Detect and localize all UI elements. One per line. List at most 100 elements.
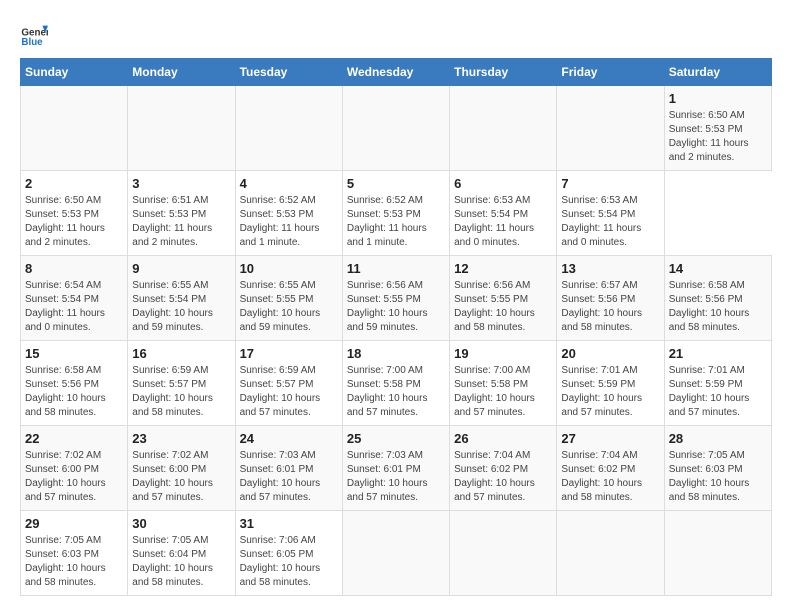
day-header-thursday: Thursday xyxy=(450,59,557,86)
day-number: 16 xyxy=(132,346,230,361)
day-number: 27 xyxy=(561,431,659,446)
day-info: Sunrise: 7:03 AM Sunset: 6:01 PM Dayligh… xyxy=(347,449,445,505)
calendar-week-1: 1 Sunrise: 6:50 AM Sunset: 5:53 PM Dayli… xyxy=(21,86,772,171)
calendar-cell: 1 Sunrise: 6:50 AM Sunset: 5:53 PM Dayli… xyxy=(664,86,771,171)
calendar-week-5: 22 Sunrise: 7:02 AM Sunset: 6:00 PM Dayl… xyxy=(21,426,772,511)
day-info: Sunrise: 7:02 AM Sunset: 6:00 PM Dayligh… xyxy=(132,449,230,505)
day-info: Sunrise: 7:00 AM Sunset: 5:58 PM Dayligh… xyxy=(454,364,552,420)
day-info: Sunrise: 7:06 AM Sunset: 6:05 PM Dayligh… xyxy=(240,534,338,590)
day-header-tuesday: Tuesday xyxy=(235,59,342,86)
calendar-cell: 30 Sunrise: 7:05 AM Sunset: 6:04 PM Dayl… xyxy=(128,511,235,596)
calendar-cell: 21 Sunrise: 7:01 AM Sunset: 5:59 PM Dayl… xyxy=(664,341,771,426)
calendar-cell: 25 Sunrise: 7:03 AM Sunset: 6:01 PM Dayl… xyxy=(342,426,449,511)
calendar-cell: 12 Sunrise: 6:56 AM Sunset: 5:55 PM Dayl… xyxy=(450,256,557,341)
calendar-cell: 24 Sunrise: 7:03 AM Sunset: 6:01 PM Dayl… xyxy=(235,426,342,511)
calendar-cell xyxy=(342,511,449,596)
day-number: 26 xyxy=(454,431,552,446)
day-info: Sunrise: 7:04 AM Sunset: 6:02 PM Dayligh… xyxy=(561,449,659,505)
day-number: 25 xyxy=(347,431,445,446)
day-info: Sunrise: 7:04 AM Sunset: 6:02 PM Dayligh… xyxy=(454,449,552,505)
calendar-cell: 2 Sunrise: 6:50 AM Sunset: 5:53 PM Dayli… xyxy=(21,171,128,256)
day-number: 28 xyxy=(669,431,767,446)
calendar-cell: 13 Sunrise: 6:57 AM Sunset: 5:56 PM Dayl… xyxy=(557,256,664,341)
day-header-wednesday: Wednesday xyxy=(342,59,449,86)
logo: General Blue xyxy=(20,20,48,48)
day-number: 23 xyxy=(132,431,230,446)
day-number: 17 xyxy=(240,346,338,361)
day-info: Sunrise: 6:52 AM Sunset: 5:53 PM Dayligh… xyxy=(347,194,445,250)
calendar-week-2: 2 Sunrise: 6:50 AM Sunset: 5:53 PM Dayli… xyxy=(21,171,772,256)
calendar-cell: 6 Sunrise: 6:53 AM Sunset: 5:54 PM Dayli… xyxy=(450,171,557,256)
day-header-monday: Monday xyxy=(128,59,235,86)
day-info: Sunrise: 6:56 AM Sunset: 5:55 PM Dayligh… xyxy=(347,279,445,335)
calendar-header: SundayMondayTuesdayWednesdayThursdayFrid… xyxy=(21,59,772,86)
calendar-cell: 31 Sunrise: 7:06 AM Sunset: 6:05 PM Dayl… xyxy=(235,511,342,596)
day-number: 29 xyxy=(25,516,123,531)
calendar-cell: 15 Sunrise: 6:58 AM Sunset: 5:56 PM Dayl… xyxy=(21,341,128,426)
day-number: 21 xyxy=(669,346,767,361)
calendar-cell xyxy=(557,511,664,596)
day-number: 22 xyxy=(25,431,123,446)
calendar-cell: 3 Sunrise: 6:51 AM Sunset: 5:53 PM Dayli… xyxy=(128,171,235,256)
day-info: Sunrise: 6:52 AM Sunset: 5:53 PM Dayligh… xyxy=(240,194,338,250)
day-info: Sunrise: 6:56 AM Sunset: 5:55 PM Dayligh… xyxy=(454,279,552,335)
day-info: Sunrise: 6:53 AM Sunset: 5:54 PM Dayligh… xyxy=(561,194,659,250)
day-number: 9 xyxy=(132,261,230,276)
day-number: 19 xyxy=(454,346,552,361)
day-number: 31 xyxy=(240,516,338,531)
day-number: 12 xyxy=(454,261,552,276)
day-info: Sunrise: 6:50 AM Sunset: 5:53 PM Dayligh… xyxy=(669,109,767,165)
calendar-cell: 10 Sunrise: 6:55 AM Sunset: 5:55 PM Dayl… xyxy=(235,256,342,341)
day-info: Sunrise: 7:05 AM Sunset: 6:04 PM Dayligh… xyxy=(132,534,230,590)
day-number: 1 xyxy=(669,91,767,106)
day-info: Sunrise: 6:51 AM Sunset: 5:53 PM Dayligh… xyxy=(132,194,230,250)
day-number: 11 xyxy=(347,261,445,276)
calendar-cell: 17 Sunrise: 6:59 AM Sunset: 5:57 PM Dayl… xyxy=(235,341,342,426)
day-info: Sunrise: 7:05 AM Sunset: 6:03 PM Dayligh… xyxy=(669,449,767,505)
calendar-week-4: 15 Sunrise: 6:58 AM Sunset: 5:56 PM Dayl… xyxy=(21,341,772,426)
day-number: 30 xyxy=(132,516,230,531)
day-info: Sunrise: 6:58 AM Sunset: 5:56 PM Dayligh… xyxy=(25,364,123,420)
day-number: 2 xyxy=(25,176,123,191)
calendar-week-6: 29 Sunrise: 7:05 AM Sunset: 6:03 PM Dayl… xyxy=(21,511,772,596)
day-info: Sunrise: 7:02 AM Sunset: 6:00 PM Dayligh… xyxy=(25,449,123,505)
calendar-cell: 22 Sunrise: 7:02 AM Sunset: 6:00 PM Dayl… xyxy=(21,426,128,511)
day-info: Sunrise: 6:59 AM Sunset: 5:57 PM Dayligh… xyxy=(132,364,230,420)
day-info: Sunrise: 7:00 AM Sunset: 5:58 PM Dayligh… xyxy=(347,364,445,420)
logo-icon: General Blue xyxy=(20,20,48,48)
calendar-cell: 28 Sunrise: 7:05 AM Sunset: 6:03 PM Dayl… xyxy=(664,426,771,511)
calendar-cell: 18 Sunrise: 7:00 AM Sunset: 5:58 PM Dayl… xyxy=(342,341,449,426)
day-info: Sunrise: 6:57 AM Sunset: 5:56 PM Dayligh… xyxy=(561,279,659,335)
calendar-cell: 9 Sunrise: 6:55 AM Sunset: 5:54 PM Dayli… xyxy=(128,256,235,341)
calendar-cell: 23 Sunrise: 7:02 AM Sunset: 6:00 PM Dayl… xyxy=(128,426,235,511)
day-info: Sunrise: 6:54 AM Sunset: 5:54 PM Dayligh… xyxy=(25,279,123,335)
calendar-cell: 19 Sunrise: 7:00 AM Sunset: 5:58 PM Dayl… xyxy=(450,341,557,426)
day-info: Sunrise: 6:58 AM Sunset: 5:56 PM Dayligh… xyxy=(669,279,767,335)
calendar-cell: 20 Sunrise: 7:01 AM Sunset: 5:59 PM Dayl… xyxy=(557,341,664,426)
calendar-cell xyxy=(450,511,557,596)
calendar-cell xyxy=(342,86,449,171)
day-number: 3 xyxy=(132,176,230,191)
day-info: Sunrise: 6:53 AM Sunset: 5:54 PM Dayligh… xyxy=(454,194,552,250)
day-number: 20 xyxy=(561,346,659,361)
header: General Blue xyxy=(20,20,772,48)
day-number: 15 xyxy=(25,346,123,361)
calendar-cell xyxy=(450,86,557,171)
calendar-cell: 27 Sunrise: 7:04 AM Sunset: 6:02 PM Dayl… xyxy=(557,426,664,511)
calendar-cell xyxy=(21,86,128,171)
calendar-cell xyxy=(235,86,342,171)
day-number: 6 xyxy=(454,176,552,191)
svg-text:Blue: Blue xyxy=(21,37,43,48)
day-info: Sunrise: 6:55 AM Sunset: 5:55 PM Dayligh… xyxy=(240,279,338,335)
calendar-cell: 5 Sunrise: 6:52 AM Sunset: 5:53 PM Dayli… xyxy=(342,171,449,256)
day-info: Sunrise: 6:50 AM Sunset: 5:53 PM Dayligh… xyxy=(25,194,123,250)
calendar-cell: 11 Sunrise: 6:56 AM Sunset: 5:55 PM Dayl… xyxy=(342,256,449,341)
day-number: 8 xyxy=(25,261,123,276)
calendar-cell xyxy=(557,86,664,171)
day-header-friday: Friday xyxy=(557,59,664,86)
calendar-cell: 14 Sunrise: 6:58 AM Sunset: 5:56 PM Dayl… xyxy=(664,256,771,341)
calendar-cell: 8 Sunrise: 6:54 AM Sunset: 5:54 PM Dayli… xyxy=(21,256,128,341)
day-number: 14 xyxy=(669,261,767,276)
day-info: Sunrise: 7:05 AM Sunset: 6:03 PM Dayligh… xyxy=(25,534,123,590)
day-info: Sunrise: 7:01 AM Sunset: 5:59 PM Dayligh… xyxy=(561,364,659,420)
